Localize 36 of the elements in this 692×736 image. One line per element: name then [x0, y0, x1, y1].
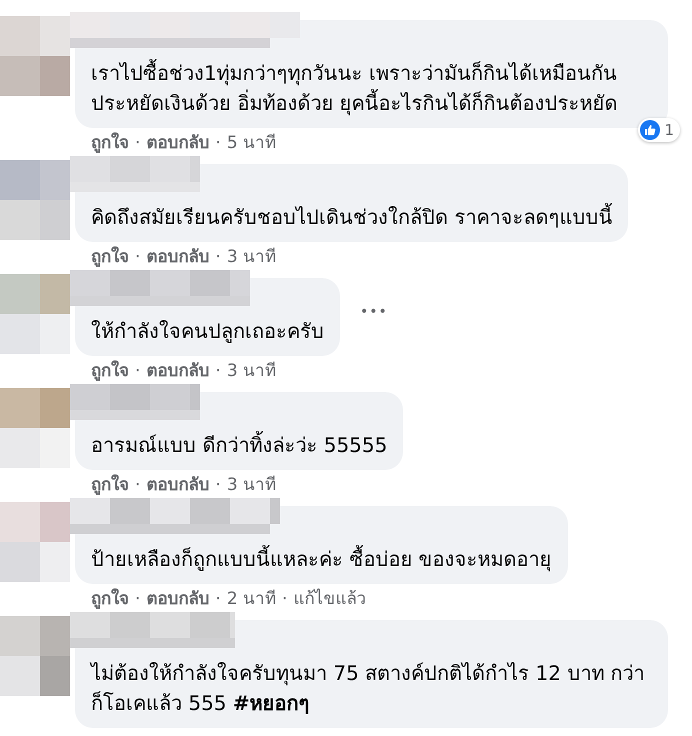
action-link[interactable]: ถูกใจ [91, 133, 129, 153]
action-link[interactable]: ตอบกลับ [146, 475, 210, 495]
action-link[interactable]: ตอบกลับ [146, 589, 210, 609]
action-link[interactable]: ถูกใจ [91, 589, 129, 609]
comment-meta: 3 นาที [226, 361, 276, 381]
comment-meta: แก้ไขแล้ว [293, 589, 366, 609]
separator-dot: · [215, 361, 221, 381]
separator-dot: · [135, 361, 140, 381]
comment-text: เราไปซื้อช่วง1ทุ่มกว่าๆทุกวันนะ เพราะว่ามันก็กินได้เหมือนกัน ประหยัดเงินด้วย อิ่มท้องด้วย ยุคนี้อะไรกินได้ก็กินต้องประหยัด [91, 58, 652, 118]
thumbs-up-icon [640, 120, 660, 140]
separator-dot: · [215, 475, 221, 495]
action-link[interactable]: ตอบกลับ [146, 133, 210, 153]
comment-meta: 2 นาที [226, 589, 276, 609]
comment-meta: 3 นาที [226, 475, 276, 495]
separator-dot: · [135, 589, 140, 609]
separator-dot: · [135, 475, 140, 495]
separator-dot: · [215, 133, 221, 153]
comment-text: ไม่ต้องให้กำลังใจครับทุนมา 75 สตางค์ปกติได้กำไร 12 บาท กว่าก็โอเคแล้ว 555 #หยอกๆ [91, 660, 646, 717]
action-link[interactable]: ตอบกลับ [146, 247, 210, 267]
comment-meta: 5 นาที [226, 133, 276, 153]
action-link[interactable]: ตอบกลับ [146, 361, 210, 381]
separator-dot: · [282, 589, 288, 609]
separator-dot: · [215, 247, 221, 267]
action-link[interactable]: ถูกใจ [91, 475, 129, 495]
separator-dot: · [135, 133, 140, 153]
more-options-button[interactable]: ••• [360, 304, 388, 320]
comment-text: ป้ายเหลืองก็ถูกแบบนี้แหละค่ะ ซื้อบ่อย ของจะหมดอายุ [91, 544, 552, 574]
comment-meta: 3 นาที [226, 247, 276, 267]
comment-text: ให้กำลังใจคนปลูกเถอะครับ [91, 318, 324, 345]
action-link[interactable]: ถูกใจ [91, 247, 129, 267]
comment-text: อารมณ์แบบ ดีกว่าทิ้งล่ะว่ะ 55555 [91, 430, 388, 460]
separator-dot: · [135, 247, 140, 267]
comment-text: คิดถึงสมัยเรียนครับชอบไปเดินช่วงใกล้ปิด ราคาจะลดๆแบบนี้ [91, 202, 612, 232]
separator-dot: · [215, 589, 221, 609]
action-link[interactable]: ถูกใจ [91, 361, 129, 381]
reaction-count[interactable]: 1 [638, 118, 680, 142]
